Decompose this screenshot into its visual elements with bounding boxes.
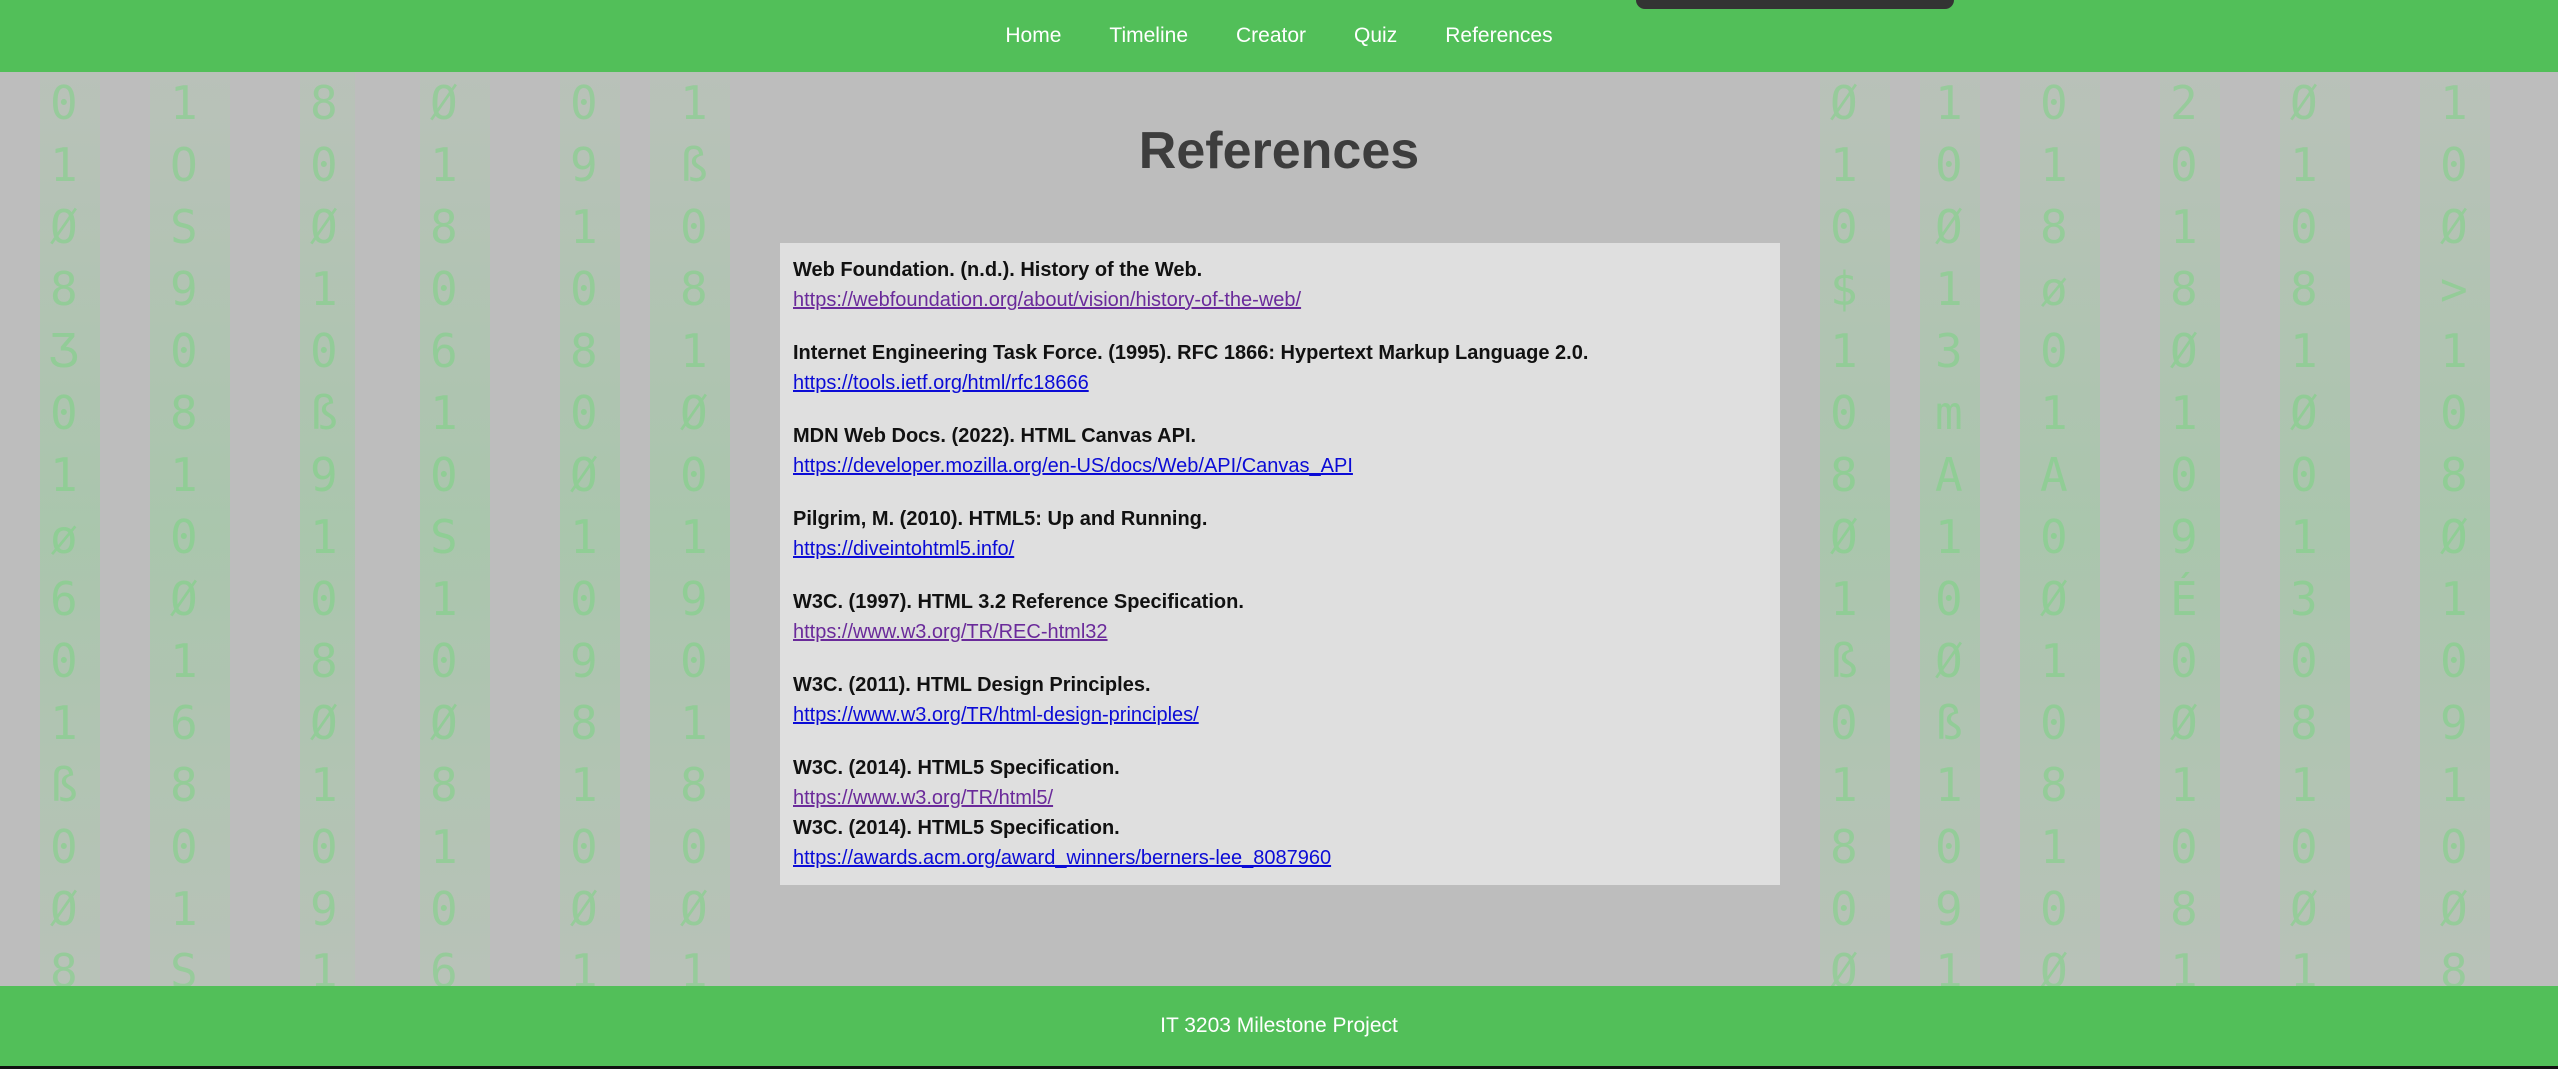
nav-creator-link[interactable]: Creator (1212, 0, 1330, 72)
reference-item: W3C. (1997). HTML 3.2 Reference Specific… (793, 587, 1767, 647)
reference-title: Web Foundation. (n.d.). History of the W… (793, 259, 1203, 281)
reference-item: Web Foundation. (n.d.). History of the W… (793, 255, 1767, 315)
reference-title: W3C. (2014). HTML5 Specification. (793, 817, 1120, 839)
reference-item: W3C. (2014). HTML5 Specification. https:… (793, 813, 1767, 873)
references-list: Web Foundation. (n.d.). History of the W… (780, 243, 1780, 885)
reference-title: MDN Web Docs. (2022). HTML Canvas API. (793, 425, 1197, 447)
reference-item: MDN Web Docs. (2022). HTML Canvas API. h… (793, 421, 1767, 481)
footer-text: IT 3203 Milestone Project (1160, 1014, 1398, 1037)
reference-item: W3C. (2014). HTML5 Specification. https:… (793, 753, 1767, 813)
footer: IT 3203 Milestone Project (0, 986, 2558, 1066)
reference-title: W3C. (2014). HTML5 Specification. (793, 757, 1120, 779)
reference-link[interactable]: https://diveintohtml5.info/ (793, 534, 1014, 564)
reference-item: Internet Engineering Task Force. (1995).… (793, 338, 1767, 398)
nav-timeline-link[interactable]: Timeline (1085, 0, 1212, 72)
reference-link[interactable]: https://tools.ietf.org/html/rfc18666 (793, 368, 1089, 398)
nav-quiz-link[interactable]: Quiz (1330, 0, 1421, 72)
reference-item: W3C. (2011). HTML Design Principles. htt… (793, 670, 1767, 730)
reference-link[interactable]: https://www.w3.org/TR/html-design-princi… (793, 700, 1199, 730)
nav-references-link[interactable]: References (1421, 0, 1576, 72)
nav-home-link[interactable]: Home (981, 0, 1085, 72)
reference-title: Internet Engineering Task Force. (1995).… (793, 342, 1589, 364)
reference-title: Pilgrim, M. (2010). HTML5: Up and Runnin… (793, 508, 1208, 530)
top-navbar: Home Timeline Creator Quiz References (0, 0, 2558, 72)
dark-overlay-tab (1636, 0, 1954, 9)
reference-link[interactable]: https://www.w3.org/TR/REC-html32 (793, 617, 1108, 647)
reference-link[interactable]: https://awards.acm.org/award_winners/ber… (793, 843, 1331, 873)
reference-title: W3C. (2011). HTML Design Principles. (793, 674, 1151, 696)
reference-item: Pilgrim, M. (2010). HTML5: Up and Runnin… (793, 504, 1767, 564)
reference-link[interactable]: https://developer.mozilla.org/en-US/docs… (793, 451, 1353, 481)
page: Home Timeline Creator Quiz References 0 … (0, 0, 2558, 1069)
page-title: References (1138, 122, 1420, 180)
reference-title: W3C. (1997). HTML 3.2 Reference Specific… (793, 591, 1244, 613)
reference-link[interactable]: https://webfoundation.org/about/vision/h… (793, 285, 1301, 315)
nav-links: Home Timeline Creator Quiz References (0, 0, 2558, 72)
reference-link[interactable]: https://www.w3.org/TR/html5/ (793, 783, 1053, 813)
